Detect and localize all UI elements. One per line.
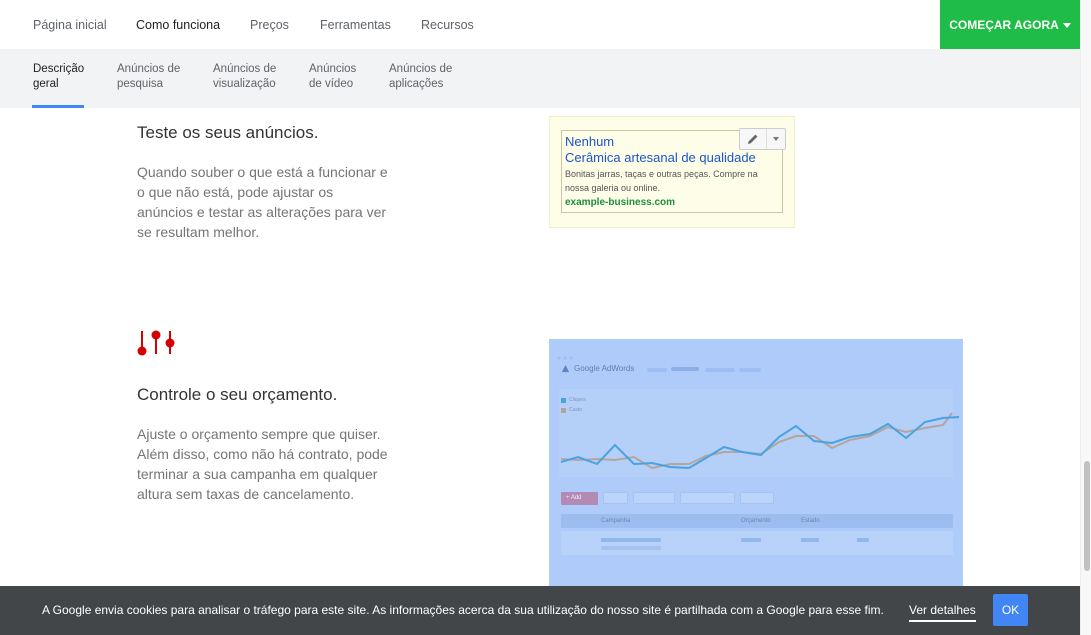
test-ads-body: Quando souber o que está a funcionar e o… [137, 164, 388, 240]
window-dots-icon [557, 347, 577, 365]
nav-how-it-works[interactable]: Como funciona [136, 18, 220, 32]
ad-status: Nenhum [565, 134, 615, 149]
test-ads-heading: Teste os seus anúncios. [137, 123, 319, 142]
caret-down-icon[interactable] [767, 129, 785, 149]
tab-video-ads[interactable]: Anúncios de vídeo [309, 62, 356, 92]
cookie-ok-button[interactable]: OK [993, 594, 1028, 626]
trend-lines [560, 412, 959, 470]
tab-search-ads[interactable]: Anúncios de pesquisa [117, 62, 180, 92]
ad-title: Cerâmica artesanal de qualidade [565, 150, 756, 165]
caret-down-icon [1062, 23, 1071, 28]
sliders-icon [137, 329, 177, 362]
tab-label-line1: Descrição [33, 63, 85, 75]
nav-home[interactable]: Página inicial [33, 18, 107, 32]
adwords-dashboard-image: Google AdWords Cliques Custo + Add Campa… [549, 339, 963, 601]
tab-label-line2: visualização [213, 78, 276, 90]
page-scrollbar[interactable] [1080, 0, 1091, 635]
tab-label-line2: geral [33, 78, 59, 90]
ad-description: Bonitas jarras, taças e outras peças. Co… [565, 169, 758, 193]
get-started-label: COMEÇAR AGORA [949, 17, 1059, 32]
tab-label-line2: pesquisa [117, 78, 164, 90]
tab-overview[interactable]: Descrição geral [33, 62, 84, 92]
nav-resources[interactable]: Recursos [421, 18, 474, 32]
dash-table-row [561, 531, 953, 555]
tab-app-ads[interactable]: Anúncios de aplicações [389, 62, 452, 92]
active-tab-indicator [32, 105, 84, 108]
pencil-icon[interactable] [740, 129, 767, 149]
top-navigation: Página inicial Como funciona Preços Ferr… [0, 0, 1080, 49]
nav-tools[interactable]: Ferramentas [320, 18, 391, 32]
ad-url: example-business.com [565, 197, 676, 208]
nav-pricing[interactable]: Preços [250, 18, 289, 32]
budget-heading: Controle o seu orçamento. [137, 385, 338, 404]
dash-table-header: Campanha Orçamento Estado [561, 514, 953, 528]
tab-label-line1: Anúncios [309, 63, 357, 75]
tab-label-line1: Anúncios de [213, 63, 277, 75]
cookie-message: A Google envia cookies para analisar o t… [42, 603, 884, 617]
adwords-logo-icon [561, 364, 570, 373]
get-started-button[interactable]: COMEÇAR AGORA [940, 0, 1080, 49]
tab-display-ads[interactable]: Anúncios de visualização [213, 62, 276, 92]
sub-navigation: Descrição geral Anúncios de pesquisa Anú… [0, 49, 1080, 108]
adwords-brand-label: Google AdWords [574, 364, 635, 373]
ad-preview: Nenhum Cerâmica artesanal de qualidade B… [549, 116, 795, 228]
cookie-consent-bar: A Google envia cookies para analisar o t… [0, 586, 1080, 635]
dash-add-button: + Add [561, 492, 598, 505]
ad-toolbar [739, 128, 786, 150]
tab-label-line2: de vídeo [309, 78, 354, 90]
scrollbar-thumb[interactable] [1084, 461, 1090, 571]
tab-label-line1: Anúncios de [117, 63, 181, 75]
cookie-details-link[interactable]: Ver detalhes [909, 603, 976, 622]
tab-label-line1: Anúncios de [389, 63, 453, 75]
budget-body: Ajuste o orçamento sempre que quiser. Al… [137, 426, 388, 502]
adwords-brand: Google AdWords [561, 364, 634, 373]
tab-label-line2: aplicações [389, 78, 444, 90]
